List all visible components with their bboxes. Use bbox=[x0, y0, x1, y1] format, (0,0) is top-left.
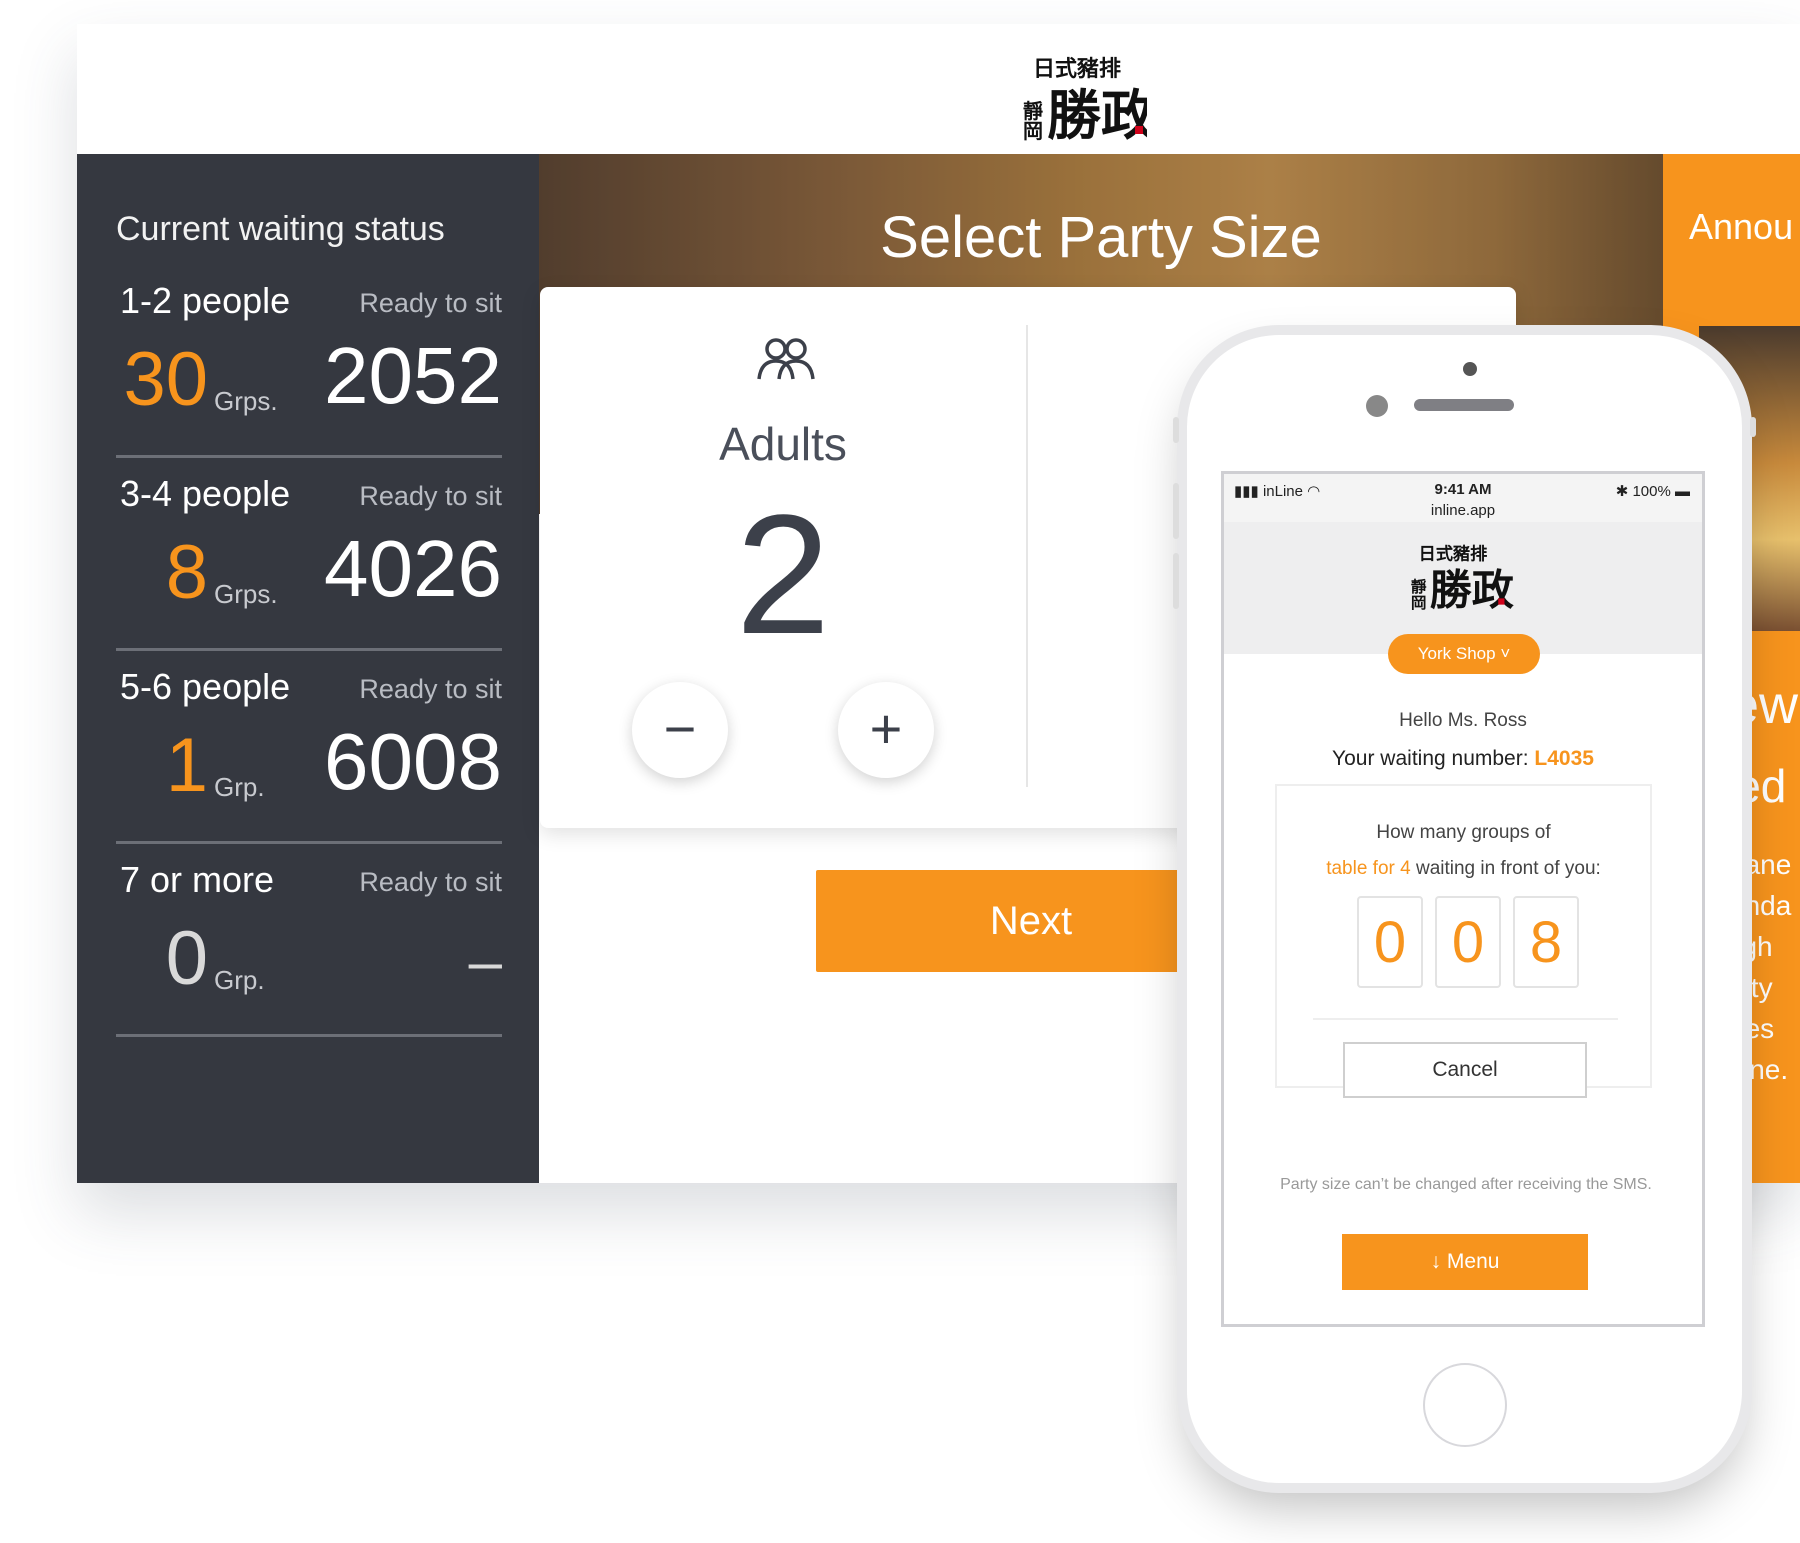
greeting: Hello Ms. Ross bbox=[1399, 710, 1527, 731]
ready-status: Ready to sit bbox=[359, 867, 502, 897]
card-divider bbox=[1026, 325, 1028, 787]
adults-count: 2 bbox=[735, 480, 831, 670]
sidebar-title: Current waiting status bbox=[116, 210, 445, 248]
counter-digit: 0 bbox=[1435, 896, 1501, 988]
phone-mockup: ▮▮▮ inLine ◠ 9:41 AM ✱ 100% ▬ inline.app… bbox=[1173, 335, 1756, 1483]
svg-text:日式豬排: 日式豬排 bbox=[1419, 543, 1488, 564]
phone-side-key bbox=[1750, 417, 1756, 437]
camera-icon bbox=[1463, 362, 1477, 376]
group-label: 3-4 people bbox=[120, 473, 291, 514]
url-bar[interactable]: inline.app bbox=[1224, 502, 1702, 519]
group-label: 7 or more bbox=[120, 859, 275, 900]
waiting-number-line: Your waiting number: L4035 bbox=[1224, 747, 1702, 771]
chevron-down-icon: ˅ bbox=[1500, 644, 1511, 663]
shop-selector[interactable]: York Shop ˅ bbox=[1388, 634, 1540, 674]
menu-label: Menu bbox=[1446, 1250, 1500, 1273]
status-row-1-2: 1-2 people Ready to sit 30 Grps. 2052 bbox=[116, 262, 502, 458]
announcement-heading: Annou bbox=[1689, 206, 1794, 247]
waiting-number: L4035 bbox=[1534, 747, 1594, 770]
battery-percent: 100% bbox=[1632, 483, 1671, 500]
status-row-7-plus: 7 or more Ready to sit 0 Grp. – bbox=[116, 841, 502, 1037]
phone-screen: ▮▮▮ inLine ◠ 9:41 AM ✱ 100% ▬ inline.app… bbox=[1221, 471, 1705, 1327]
ready-status: Ready to sit bbox=[359, 481, 502, 511]
group-count: 30 bbox=[123, 337, 208, 422]
counter-digit: 0 bbox=[1357, 896, 1423, 988]
counter-digit: 8 bbox=[1513, 896, 1579, 988]
svg-text:日式豬排: 日式豬排 bbox=[1033, 56, 1121, 82]
waiting-status-panel: Current waiting status 1-2 people Ready … bbox=[77, 154, 539, 1183]
group-label: 5-6 people bbox=[120, 666, 291, 707]
group-unit: Grp. bbox=[214, 772, 265, 802]
groups-question-2: table for 4 waiting in front of you: bbox=[1277, 858, 1650, 880]
ready-number: 2052 bbox=[324, 331, 502, 420]
ready-number: 6008 bbox=[324, 717, 502, 806]
header: 日式豬排 靜 岡 勝政 bbox=[77, 24, 1800, 154]
ready-number: – bbox=[468, 928, 502, 995]
home-button[interactable] bbox=[1423, 1363, 1507, 1447]
sensor-icon bbox=[1366, 395, 1388, 417]
groups-question: How many groups of bbox=[1376, 822, 1551, 843]
plus-icon: + bbox=[869, 697, 903, 760]
brand-logo: 日式豬排 靜 岡 勝政 bbox=[1007, 46, 1155, 147]
group-unit: Grp. bbox=[214, 965, 265, 995]
increase-adults-button[interactable]: + bbox=[838, 682, 934, 778]
adults-label: Adults bbox=[719, 418, 847, 470]
next-button[interactable]: Next bbox=[816, 870, 1246, 972]
party-size-note: Party size can’t be changed after receiv… bbox=[1280, 1176, 1652, 1193]
status-bar: ▮▮▮ inLine ◠ 9:41 AM ✱ 100% ▬ inline.app bbox=[1224, 474, 1702, 522]
status-row-5-6: 5-6 people Ready to sit 1 Grp. 6008 bbox=[116, 648, 502, 844]
cancel-button[interactable]: Cancel bbox=[1343, 1042, 1587, 1098]
group-unit: Grps. bbox=[214, 386, 278, 416]
svg-text:勝政: 勝政 bbox=[1047, 83, 1147, 146]
brand-logo: 日式豬排 靜 岡 勝政 bbox=[1388, 536, 1518, 614]
groups-ahead-card: How many groups of table for 4 waiting i… bbox=[1275, 784, 1652, 1098]
group-unit: Grps. bbox=[214, 579, 278, 609]
speaker-grille bbox=[1414, 399, 1514, 411]
battery: ✱ 100% ▬ bbox=[1616, 482, 1690, 500]
svg-text:岡: 岡 bbox=[1411, 593, 1427, 612]
menu-button[interactable]: ↓ Menu bbox=[1342, 1234, 1588, 1290]
ready-number: 4026 bbox=[324, 524, 502, 613]
decrease-adults-button[interactable]: − bbox=[632, 682, 728, 778]
ready-status: Ready to sit bbox=[359, 674, 502, 704]
groups-ahead-counter: 0 0 8 bbox=[1357, 896, 1579, 988]
page-title: Select Party Size bbox=[880, 205, 1322, 270]
group-count: 8 bbox=[165, 530, 208, 615]
phone-side-key bbox=[1173, 417, 1179, 443]
phone-side-key bbox=[1173, 483, 1179, 539]
minus-icon: − bbox=[663, 697, 697, 760]
phone-side-key bbox=[1173, 553, 1179, 609]
group-count: 1 bbox=[165, 723, 208, 808]
groups-question-rest: waiting in front of you: bbox=[1415, 858, 1601, 879]
svg-text:岡: 岡 bbox=[1023, 119, 1043, 143]
waiting-label: Your waiting number: bbox=[1332, 747, 1529, 770]
ready-status: Ready to sit bbox=[359, 288, 502, 318]
bluetooth-icon: ✱ bbox=[1615, 483, 1633, 500]
svg-text:勝政: 勝政 bbox=[1430, 565, 1514, 614]
battery-icon: ▬ bbox=[1670, 483, 1690, 500]
people-icon bbox=[757, 338, 815, 380]
divider bbox=[1313, 1018, 1618, 1020]
group-count: 0 bbox=[165, 916, 208, 1001]
status-row-3-4: 3-4 people Ready to sit 8 Grps. 4026 bbox=[116, 455, 502, 651]
group-label: 1-2 people bbox=[120, 280, 291, 321]
arrow-down-icon: ↓ bbox=[1430, 1250, 1447, 1273]
shop-name: York Shop bbox=[1417, 644, 1496, 663]
table-size: table for 4 bbox=[1326, 858, 1411, 879]
